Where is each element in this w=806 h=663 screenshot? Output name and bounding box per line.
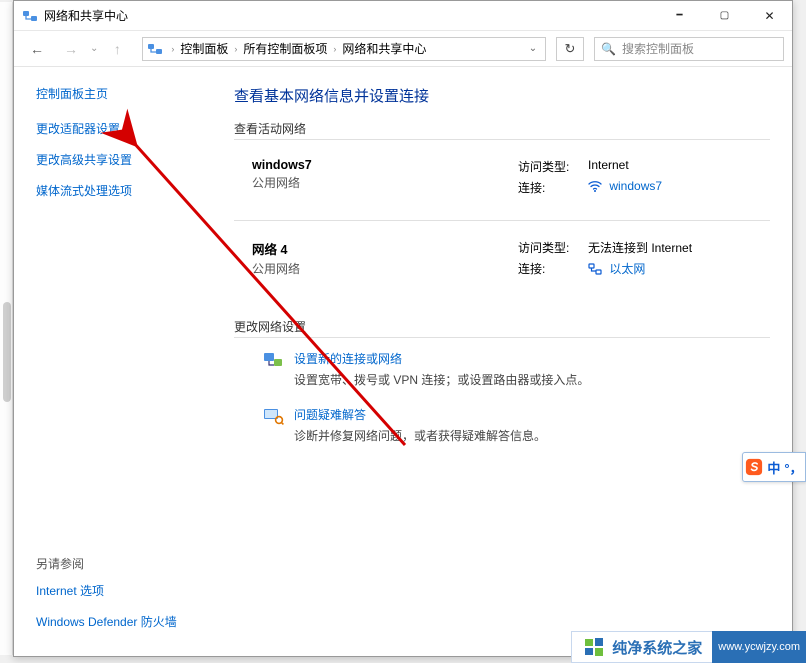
action-new-connection: 设置新的连接或网络 设置宽带、拨号或 VPN 连接；或设置路由器或接入点。: [234, 340, 770, 396]
close-button[interactable]: ✕: [747, 1, 792, 30]
watermark-url: www.ycwjzy.com: [712, 631, 806, 663]
sidebar-link-internet-options[interactable]: Internet 选项: [36, 582, 202, 599]
sidebar-link-change-adapter[interactable]: 更改适配器设置: [36, 120, 202, 137]
action-troubleshoot: 问题疑难解答 诊断并修复网络问题，或者获得疑难解答信息。: [234, 396, 770, 452]
breadcrumb-all-items[interactable]: 所有控制面板项: [239, 38, 331, 59]
network-type: 公用网络: [252, 260, 518, 277]
action-desc: 诊断并修复网络问题，或者获得疑难解答信息。: [294, 427, 546, 444]
background-scrollbar: [3, 302, 11, 402]
troubleshoot-icon: [262, 406, 284, 426]
action-title[interactable]: 问题疑难解答: [294, 406, 546, 423]
connection-link[interactable]: windows7: [609, 179, 662, 193]
navigation-bar: ← → ⌄ ↑ › 控制面板 › 所有控制面板项 › 网络和共享中心 ⌄ ↻ 🔍…: [14, 31, 792, 67]
network-center-icon: [22, 8, 38, 24]
network-block: 网络 4 公用网络 访问类型: 无法连接到 Internet 连接:: [234, 223, 770, 296]
change-network-settings-title: 更改网络设置: [234, 318, 770, 338]
address-bar-icon: [147, 41, 163, 57]
watermark: 纯净系统之家 www.ycwjzy.com: [571, 631, 806, 663]
sidebar-see-also-title: 另请参阅: [36, 555, 202, 572]
access-type-value: Internet: [588, 158, 629, 175]
breadcrumb-network-center[interactable]: 网络和共享中心: [338, 38, 430, 59]
breadcrumb-control-panel[interactable]: 控制面板: [176, 38, 232, 59]
address-bar-dropdown[interactable]: ⌄: [523, 43, 543, 54]
chevron-right-icon: ›: [232, 44, 239, 54]
maximize-icon: ▢: [720, 10, 729, 21]
maximize-button[interactable]: ▢: [702, 1, 747, 30]
nav-history-dropdown[interactable]: ⌄: [90, 43, 98, 54]
connection-link[interactable]: 以太网: [609, 262, 645, 276]
network-name: windows7: [252, 158, 518, 172]
sidebar-link-defender-firewall[interactable]: Windows Defender 防火墙: [36, 613, 202, 630]
refresh-button[interactable]: ↻: [556, 37, 584, 61]
network-name: 网络 4: [252, 239, 518, 258]
search-icon: 🔍: [601, 42, 616, 56]
action-desc: 设置宽带、拨号或 VPN 连接；或设置路由器或接入点。: [294, 371, 589, 388]
access-type-label: 访问类型:: [518, 158, 588, 175]
network-type: 公用网络: [252, 174, 518, 191]
active-networks-title: 查看活动网络: [234, 120, 770, 140]
watermark-brand: 纯净系统之家: [612, 637, 702, 658]
address-bar[interactable]: › 控制面板 › 所有控制面板项 › 网络和共享中心 ⌄: [142, 37, 546, 61]
minimize-button[interactable]: ━: [657, 1, 702, 30]
window-title: 网络和共享中心: [44, 7, 128, 24]
sidebar-link-advanced-sharing[interactable]: 更改高级共享设置: [36, 151, 202, 168]
connection-label: 连接:: [518, 260, 588, 278]
background-window-edge: [0, 2, 13, 655]
titlebar: 网络和共享中心 ━ ▢ ✕: [14, 1, 792, 31]
close-icon: ✕: [764, 9, 774, 23]
chevron-right-icon: ›: [331, 44, 338, 54]
windows-logo-icon: [584, 637, 604, 657]
ethernet-icon: [588, 263, 602, 278]
network-block: windows7 公用网络 访问类型: Internet 连接:: [234, 142, 770, 214]
chevron-right-icon: ›: [169, 44, 176, 54]
connection-label: 连接:: [518, 179, 588, 196]
page-heading: 查看基本网络信息并设置连接: [234, 85, 770, 106]
search-placeholder: 搜索控制面板: [622, 40, 694, 57]
sidebar: 控制面板主页 更改适配器设置 更改高级共享设置 媒体流式处理选项 另请参阅 In…: [14, 67, 220, 656]
nav-up-button[interactable]: ↑: [102, 35, 132, 63]
network-sharing-center-window: 网络和共享中心 ━ ▢ ✕ ← → ⌄ ↑ › 控制面板 › 所有控制面板项 ›: [13, 0, 793, 657]
sidebar-home-link[interactable]: 控制面板主页: [36, 85, 202, 102]
wifi-icon: [588, 180, 602, 195]
content-area: 查看基本网络信息并设置连接 查看活动网络 windows7 公用网络 访问类型:…: [220, 67, 792, 656]
access-type-label: 访问类型:: [518, 239, 588, 256]
new-connection-icon: [262, 350, 284, 370]
divider: [234, 220, 770, 221]
nav-back-button[interactable]: ←: [22, 35, 52, 63]
sidebar-link-media-streaming[interactable]: 媒体流式处理选项: [36, 182, 202, 199]
nav-forward-button[interactable]: →: [56, 35, 86, 63]
action-title[interactable]: 设置新的连接或网络: [294, 350, 589, 367]
search-box[interactable]: 🔍 搜索控制面板: [594, 37, 784, 61]
access-type-value: 无法连接到 Internet: [588, 239, 692, 256]
minimize-icon: ━: [676, 10, 682, 21]
